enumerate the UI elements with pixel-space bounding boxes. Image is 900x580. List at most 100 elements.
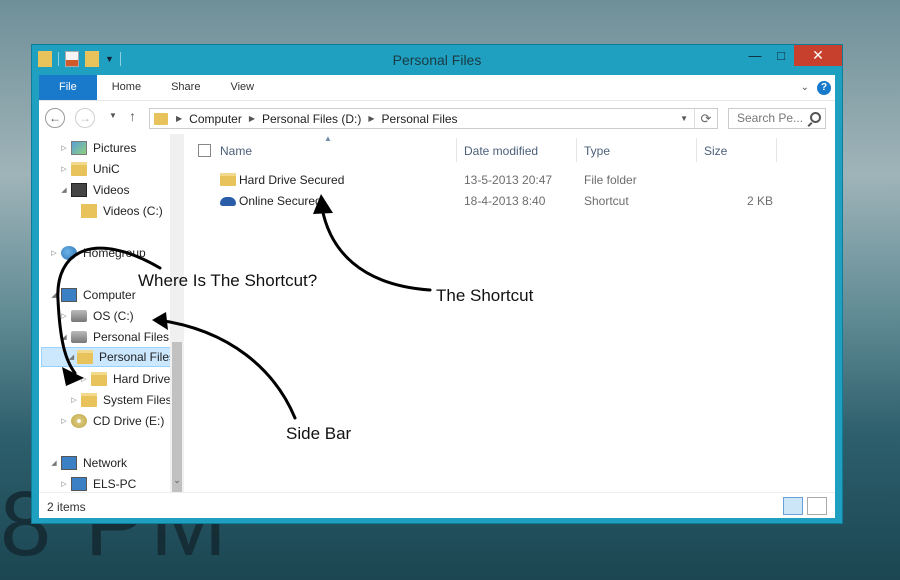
- sidebar-item-label: Videos: [93, 183, 130, 197]
- expand-arrow-icon[interactable]: ▷: [79, 375, 89, 383]
- select-all-checkbox[interactable]: [198, 144, 211, 157]
- sidebar-item-cd-drive[interactable]: ▷ CD Drive (E:): [59, 411, 164, 431]
- library-folder-icon: [81, 204, 97, 218]
- large-icons-view-button[interactable]: [807, 497, 827, 515]
- folder-icon: [154, 112, 168, 125]
- help-icon[interactable]: ?: [817, 80, 831, 95]
- tab-home[interactable]: Home: [97, 75, 156, 100]
- sidebar-item-personal-files-drive[interactable]: ◢ Personal Files: [59, 327, 169, 347]
- column-header-row: ▲ Name Date modified Type Size: [189, 134, 835, 164]
- file-size: 2 KB: [747, 194, 774, 208]
- sidebar-item-label: Personal Files: [93, 330, 170, 344]
- collapse-arrow-icon[interactable]: ◢: [59, 333, 69, 341]
- drive-icon: [71, 331, 87, 343]
- expand-ribbon-chevron-icon[interactable]: ⌄: [801, 82, 809, 93]
- column-header-size[interactable]: Size: [704, 144, 727, 158]
- up-one-level-button[interactable]: ↑: [129, 108, 136, 124]
- tab-file[interactable]: File: [39, 75, 97, 100]
- refresh-button[interactable]: ⟳: [695, 111, 717, 127]
- sidebar-item-computer[interactable]: ◢ Computer: [49, 285, 136, 305]
- content-area: ▷ Pictures ▷ UniC ◢ Videos Videos (C:) ▷ Hom…: [39, 134, 835, 492]
- address-bar[interactable]: ▶ Computer ▶ Personal Files (D:) ▶ Perso…: [149, 108, 718, 129]
- expand-arrow-icon[interactable]: ▷: [49, 249, 59, 257]
- collapse-arrow-icon[interactable]: ◢: [59, 186, 69, 194]
- sidebar-item-system-files[interactable]: ▷ System Files: [69, 390, 172, 410]
- network-icon: [61, 456, 77, 470]
- breadcrumb-arrow-icon[interactable]: ▶: [249, 114, 255, 123]
- column-header-type[interactable]: Type: [584, 144, 610, 158]
- column-header-date-modified[interactable]: Date modified: [464, 144, 538, 158]
- sidebar-item-label: OS (C:): [93, 309, 134, 323]
- expand-arrow-icon[interactable]: ▷: [69, 396, 79, 404]
- breadcrumb-item-drive[interactable]: Personal Files (D:): [262, 112, 361, 126]
- sidebar-item-hard-drive[interactable]: ▷ Hard Drive: [79, 369, 170, 389]
- sidebar-item-label: UniC: [93, 162, 120, 176]
- title-bar[interactable]: ▼ Personal Files — □ ✕: [32, 45, 842, 75]
- recent-locations-chevron-icon[interactable]: ▼: [109, 111, 117, 120]
- sidebar-scrollbar[interactable]: ⌄: [170, 134, 184, 492]
- search-input[interactable]: Search Pe...: [728, 108, 826, 129]
- expand-arrow-icon[interactable]: ▷: [59, 417, 69, 425]
- search-icon[interactable]: [810, 112, 821, 123]
- sidebar-item-pictures[interactable]: ▷ Pictures: [59, 138, 136, 158]
- cd-drive-icon: [71, 414, 87, 428]
- window-title: Personal Files: [392, 52, 482, 68]
- column-divider[interactable]: [696, 138, 697, 162]
- item-count: 2 items: [47, 500, 86, 514]
- close-button[interactable]: ✕: [794, 45, 842, 66]
- file-type: Shortcut: [584, 194, 629, 208]
- breadcrumb-item-folder[interactable]: Personal Files: [382, 112, 458, 126]
- column-divider[interactable]: [776, 138, 777, 162]
- pictures-icon: [71, 141, 87, 155]
- sidebar-item-label: Homegroup: [83, 246, 146, 260]
- pc-icon: [71, 477, 87, 491]
- sort-ascending-icon: ▲: [324, 134, 332, 143]
- file-name: Online Secured: [239, 194, 322, 208]
- folder-icon: [81, 393, 97, 407]
- table-row[interactable]: Online Secured 18-4-2013 8:40 Shortcut 2…: [189, 191, 835, 211]
- scroll-down-arrow-icon[interactable]: ⌄: [170, 475, 184, 486]
- sidebar-item-videos[interactable]: ◢ Videos: [59, 180, 129, 200]
- sidebar-item-personal-files-folder[interactable]: ◢ Personal Files: [41, 347, 176, 367]
- tab-share[interactable]: Share: [156, 75, 215, 100]
- collapse-arrow-icon[interactable]: ◢: [68, 353, 75, 361]
- sidebar-item-label: Hard Drive: [113, 372, 171, 386]
- collapse-arrow-icon[interactable]: ◢: [49, 459, 59, 467]
- expand-arrow-icon[interactable]: ▷: [59, 312, 69, 320]
- sidebar-item-videos-c[interactable]: Videos (C:): [69, 201, 163, 221]
- minimize-button[interactable]: —: [742, 45, 768, 66]
- onedrive-cloud-icon: [220, 197, 236, 206]
- sidebar-item-label: Network: [83, 456, 128, 470]
- expand-arrow-icon[interactable]: ▷: [59, 480, 69, 488]
- table-row[interactable]: Hard Drive Secured 13-5-2013 20:47 File …: [189, 170, 835, 190]
- breadcrumb-arrow-icon[interactable]: ▶: [176, 114, 182, 123]
- sidebar-item-label: ELS-PC: [93, 477, 137, 491]
- forward-button[interactable]: →: [75, 108, 95, 128]
- sidebar-item-os-c[interactable]: ▷ OS (C:): [59, 306, 134, 326]
- back-button[interactable]: ←: [45, 108, 65, 128]
- scrollbar-thumb[interactable]: [172, 342, 182, 492]
- collapse-arrow-icon[interactable]: ◢: [49, 291, 59, 299]
- breadcrumb-item-computer[interactable]: Computer: [189, 112, 242, 126]
- sidebar-item-els-pc[interactable]: ▷ ELS-PC: [59, 474, 136, 492]
- file-name: Hard Drive Secured: [239, 173, 345, 187]
- column-header-name[interactable]: Name: [220, 144, 252, 158]
- expand-arrow-icon[interactable]: ▷: [59, 144, 69, 152]
- breadcrumb-arrow-icon[interactable]: ▶: [368, 114, 374, 123]
- tab-view[interactable]: View: [215, 75, 269, 100]
- sidebar-item-homegroup[interactable]: ▷ Homegroup: [49, 243, 146, 263]
- expand-arrow-icon[interactable]: ▷: [59, 165, 69, 173]
- sidebar-item-label: CD Drive (E:): [93, 414, 165, 428]
- annotation-where-shortcut: Where Is The Shortcut?: [138, 271, 318, 290]
- details-view-button[interactable]: [783, 497, 803, 515]
- ribbon-right-controls: ⌄ ?: [801, 75, 835, 100]
- annotation-side-bar: Side Bar: [286, 424, 352, 443]
- column-divider[interactable]: [576, 138, 577, 162]
- maximize-button[interactable]: □: [768, 45, 794, 66]
- sidebar-item-network[interactable]: ◢ Network: [49, 453, 127, 473]
- search-placeholder: Search Pe...: [737, 111, 804, 125]
- column-divider[interactable]: [456, 138, 457, 162]
- homegroup-icon: [61, 246, 77, 260]
- sidebar-item-unic[interactable]: ▷ UniC: [59, 159, 120, 179]
- address-history-chevron-icon[interactable]: ▼: [674, 109, 695, 128]
